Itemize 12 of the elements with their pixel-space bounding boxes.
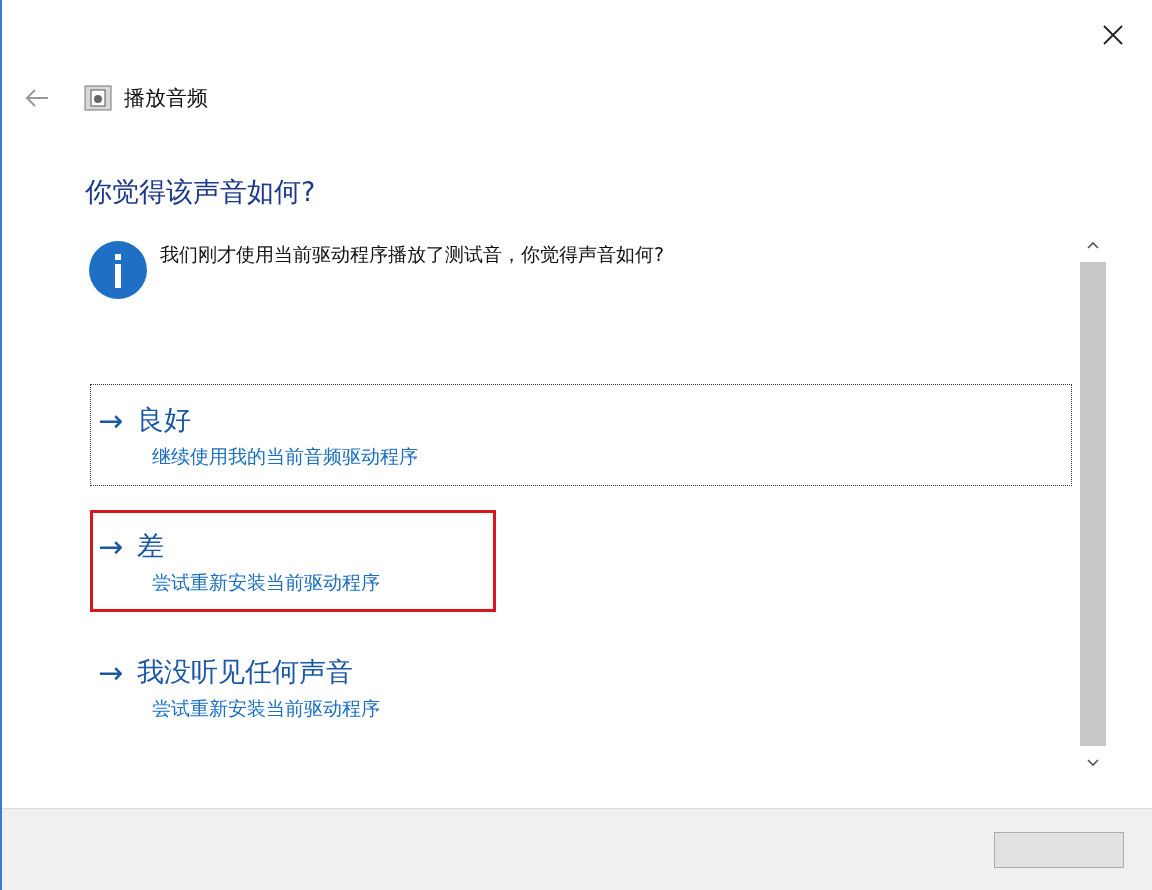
speaker-icon — [84, 85, 112, 111]
scroll-down-icon[interactable] — [1086, 758, 1100, 768]
message-text: 我们刚才使用当前驱动程序播放了测试音，你觉得声音如何? — [160, 242, 665, 267]
window-title: 播放音频 — [124, 85, 208, 112]
option-link[interactable]: → 良好 继续使用我的当前音频驱动程序 — [90, 384, 1072, 486]
close-icon — [1102, 24, 1124, 46]
option-link[interactable]: → 我没听见任何声音 尝试重新安装当前驱动程序 — [90, 636, 1072, 738]
scroll-up-icon[interactable] — [1086, 240, 1100, 250]
back-arrow-icon[interactable] — [24, 88, 50, 108]
page-heading: 你觉得该声音如何? — [85, 175, 317, 209]
option-link[interactable]: → 差 尝试重新安装当前驱动程序 — [90, 510, 496, 612]
info-icon — [88, 240, 148, 300]
